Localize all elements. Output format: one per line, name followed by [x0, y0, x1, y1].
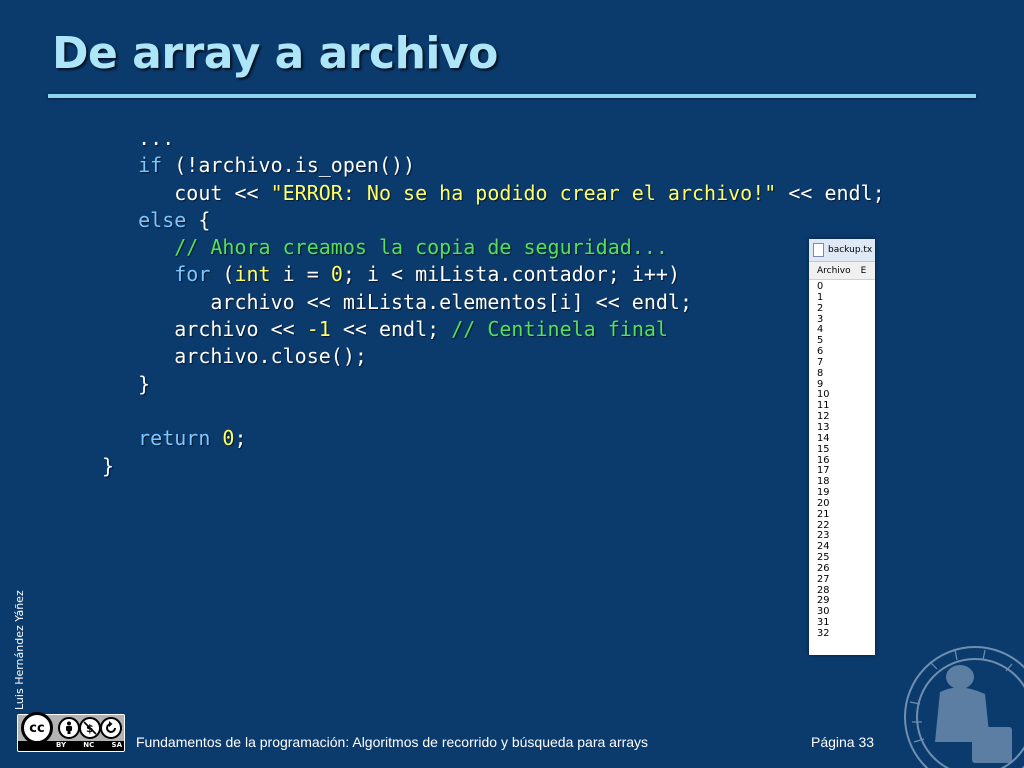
- code-token: // Centinela final: [451, 317, 668, 342]
- code-line: // Ahora creamos la copia de seguridad..…: [102, 234, 885, 261]
- code-token: "ERROR: No se ha podido crear el archivo…: [270, 180, 777, 205]
- notepad-line: 27: [817, 573, 830, 585]
- code-token: ;: [234, 426, 247, 451]
- notepad-line: 21: [817, 508, 830, 520]
- code-line: if (!archivo.is_open()): [102, 152, 885, 179]
- cc-icon: cc: [21, 712, 53, 744]
- sa-share-icon: [100, 717, 122, 739]
- notepad-menu-bar: Archivo E: [809, 262, 875, 280]
- code-line: }: [102, 371, 885, 398]
- cc-label-by: BY: [56, 741, 67, 749]
- notepad-line: 7: [817, 356, 824, 368]
- notepad-title-bar: backup.tx: [809, 239, 875, 262]
- code-token: << endl;: [776, 180, 885, 205]
- code-line: ...: [102, 125, 885, 152]
- notepad-line: 4: [817, 324, 824, 336]
- code-line: archivo.close();: [102, 343, 885, 370]
- author-name: Luis Hernández Yáñez: [13, 590, 26, 710]
- code-token: i =: [270, 262, 331, 287]
- code-token: for: [174, 262, 211, 287]
- cc-label-sa: SA: [111, 741, 122, 749]
- code-line: archivo << -1 << endl; // Centinela fina…: [102, 316, 885, 343]
- code-line: else {: [102, 207, 885, 234]
- notepad-line: 3: [817, 313, 824, 325]
- code-line: archivo << miLista.elementos[i] << endl;: [102, 289, 885, 316]
- code-token: archivo <<: [102, 317, 307, 342]
- notepad-line: 0: [817, 281, 824, 292]
- code-token: (: [210, 262, 235, 287]
- page-number: Página 33: [811, 734, 875, 750]
- code-token: archivo << miLista.elementos[i] << endl;: [102, 289, 693, 314]
- code-block: ... if (!archivo.is_open()) cout << "ERR…: [102, 125, 885, 480]
- menu-archivo[interactable]: Archivo: [817, 266, 851, 276]
- code-token: }: [102, 371, 151, 396]
- code-token: archivo.close();: [102, 344, 367, 369]
- notepad-line: 8: [817, 367, 824, 379]
- code-line: for (int i = 0; i < miLista.contador; i+…: [102, 261, 885, 288]
- notepad-line: 15: [817, 443, 830, 455]
- cc-label-nc: NC: [83, 741, 95, 749]
- code-token: ; i < miLista.contador; i++): [342, 262, 681, 287]
- code-token: (!archivo.is_open()): [162, 153, 416, 178]
- code-token: << endl;: [330, 317, 452, 342]
- code-token: ...: [102, 126, 175, 150]
- code-token: // Ahora creamos la copia de seguridad..…: [174, 235, 668, 260]
- cc-labels: BY NC SA: [56, 741, 122, 751]
- notepad-line: 2: [817, 302, 824, 314]
- footer-course-title: Fundamentos de la programación: Algoritm…: [136, 734, 649, 750]
- slide-title: De array a archivo: [52, 28, 498, 79]
- notepad-line: 32: [817, 628, 830, 639]
- code-token: if: [138, 153, 163, 178]
- code-token: }: [102, 453, 115, 478]
- code-line: return 0;: [102, 425, 885, 452]
- notepad-file-name: backup.tx: [828, 245, 873, 255]
- code-token: 0: [222, 426, 235, 451]
- code-line: }: [102, 453, 885, 480]
- code-line: cout << "ERROR: No se ha podido crear el…: [102, 180, 885, 207]
- code-token: -1: [306, 317, 331, 342]
- notepad-screenshot: backup.tx Archivo E 0 1 2 3 4 5 6 7 8 9 10 11 12 13 14…: [809, 239, 875, 655]
- code-token: return: [138, 426, 211, 451]
- notepad-line: 5: [817, 335, 824, 347]
- notepad-line: 6: [817, 346, 824, 358]
- nc-dollar-icon: $: [79, 717, 101, 739]
- code-token: cout <<: [102, 180, 271, 205]
- text-file-icon: [813, 243, 824, 257]
- notepad-line: 1: [817, 291, 824, 303]
- title-underline: [48, 94, 976, 98]
- university-seal-logo: [904, 646, 1024, 768]
- notepad-content: 0 1 2 3 4 5 6 7 8 9 10 11 12 13 14 15 16 17 18 19 20 21 22 23 24…: [809, 280, 875, 640]
- code-token: {: [186, 207, 211, 232]
- code-token: int: [234, 262, 271, 287]
- menu-edicion[interactable]: E: [861, 266, 867, 276]
- cc-license-badge[interactable]: cc $ BY NC SA: [17, 712, 125, 752]
- code-token: 0: [330, 262, 343, 287]
- by-person-icon: [58, 717, 80, 739]
- code-token: else: [138, 207, 187, 232]
